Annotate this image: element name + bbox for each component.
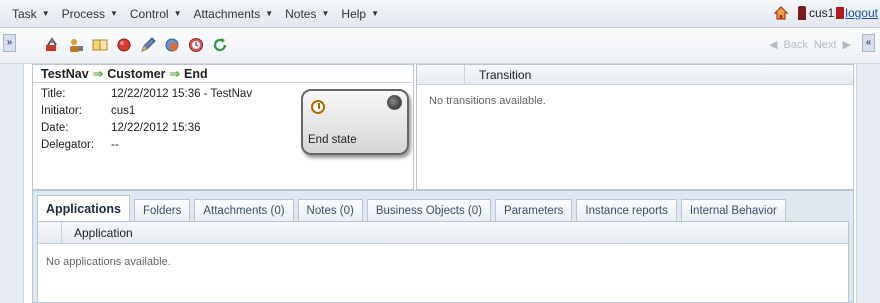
info-label: Date: — [41, 122, 69, 134]
menu-help[interactable]: Help ▼ — [341, 7, 379, 21]
logout-icon[interactable] — [836, 7, 845, 19]
tab-instance-reports[interactable]: Instance reports — [576, 199, 677, 221]
info-value: -- — [111, 139, 119, 151]
book-icon[interactable] — [92, 37, 108, 53]
menu-task[interactable]: Task ▼ — [12, 7, 50, 21]
info-value: 12/22/2012 15:36 — [111, 122, 201, 134]
collapse-right-button[interactable]: « — [862, 34, 875, 52]
flow-step-middle: Customer — [107, 66, 166, 81]
task-icon[interactable] — [44, 37, 60, 53]
state-label: End state — [308, 134, 357, 146]
info-label: Delegator: — [41, 139, 95, 151]
arrow-right-icon: ⇒ — [92, 67, 104, 81]
arrow-right-icon: ⇒ — [169, 67, 181, 81]
menu-notes-label: Notes — [285, 6, 317, 21]
refresh-icon[interactable] — [212, 37, 228, 53]
tab-internal-behavior[interactable]: Internal Behavior — [680, 199, 786, 221]
menu-process-label: Process — [61, 6, 105, 21]
transition-header: Transition — [417, 65, 853, 85]
transition-panel: Transition No transitions available. — [416, 64, 854, 190]
user-box: cus1 logout — [773, 6, 878, 20]
applications-column-header: Application — [74, 226, 133, 240]
menu-attachments-label: Attachments — [193, 6, 261, 21]
chevron-down-icon: ▼ — [321, 9, 330, 18]
tab-parameters[interactable]: Parameters — [494, 199, 573, 221]
flow-breadcrumb: TestNav ⇒ Customer ⇒ End — [33, 65, 413, 83]
clock-icon — [311, 100, 325, 114]
chevron-down-icon: ▼ — [371, 9, 380, 18]
info-value: cus1 — [111, 105, 136, 117]
toolbar: » ◀ Back Next ▶ « — [0, 28, 880, 64]
menu-task-label: Task — [12, 6, 37, 21]
right-sidebar-collapsed — [856, 64, 880, 303]
transition-empty-message: No transitions available. — [429, 95, 546, 107]
main-menu: Task ▼ Process ▼ Control ▼ Attachments ▼ Not… — [0, 7, 391, 21]
info-label: Initiator: — [41, 105, 82, 117]
tab-business-objects[interactable]: Business Objects (0) — [366, 199, 491, 221]
gear-icon[interactable] — [164, 37, 180, 53]
home-icon[interactable] — [773, 6, 788, 20]
tab-attachments[interactable]: Attachments (0) — [194, 199, 294, 221]
user-icon[interactable] — [68, 37, 84, 53]
flow-step-end: End — [184, 66, 208, 81]
tab-folders[interactable]: Folders — [134, 199, 191, 221]
expand-left-button[interactable]: » — [3, 34, 16, 52]
end-state-node[interactable]: End state — [301, 89, 409, 155]
info-panel: TestNav ⇒ Customer ⇒ End Title: 12/22/20… — [32, 64, 414, 190]
transition-column-header: Transition — [479, 68, 532, 82]
record-icon[interactable] — [116, 37, 132, 53]
next-button[interactable]: Next — [814, 39, 837, 51]
back-button[interactable]: Back — [783, 39, 807, 51]
info-label: Title: — [41, 88, 66, 100]
menu-process[interactable]: Process ▼ — [62, 7, 118, 21]
menu-help-label: Help — [341, 6, 367, 21]
chevron-down-icon: ▼ — [109, 9, 118, 18]
left-sidebar-collapsed — [0, 64, 24, 303]
tab-notes[interactable]: Notes (0) — [297, 199, 363, 221]
tabs-panel: Applications Folders Attachments (0) Not… — [32, 190, 854, 303]
info-value: 12/22/2012 15:36 - TestNav — [111, 88, 253, 100]
menu-control-label: Control — [129, 6, 169, 21]
applications-header: Application — [38, 222, 848, 244]
applications-header-spacer — [38, 222, 62, 243]
tool-icons — [44, 37, 236, 53]
knob-icon — [387, 95, 402, 110]
applications-tab-body: Application No applications available. — [37, 221, 849, 302]
tab-strip: Applications Folders Attachments (0) Not… — [33, 191, 853, 221]
menu-attachments[interactable]: Attachments ▼ — [194, 7, 274, 21]
nav-buttons: ◀ Back Next ▶ — [766, 38, 854, 52]
chevron-down-icon: ▼ — [173, 9, 182, 18]
back-arrow-icon[interactable]: ◀ — [769, 38, 777, 51]
transition-header-spacer — [417, 65, 465, 84]
applications-empty-message: No applications available. — [46, 256, 171, 268]
menu-bar: Task ▼ Process ▼ Control ▼ Attachments ▼ Not… — [0, 0, 880, 28]
logout-link[interactable]: logout — [845, 6, 878, 20]
user-name: cus1 — [808, 6, 835, 20]
pen-icon[interactable] — [140, 37, 156, 53]
user-icon — [797, 6, 806, 20]
menu-notes[interactable]: Notes ▼ — [285, 7, 329, 21]
chevron-down-icon: ▼ — [41, 9, 50, 18]
chevron-down-icon: ▼ — [265, 9, 274, 18]
flow-step-start: TestNav — [41, 66, 89, 81]
next-arrow-icon[interactable]: ▶ — [843, 38, 851, 51]
clock-icon[interactable] — [188, 37, 204, 53]
tab-applications[interactable]: Applications — [37, 195, 131, 221]
menu-control[interactable]: Control ▼ — [130, 7, 182, 21]
